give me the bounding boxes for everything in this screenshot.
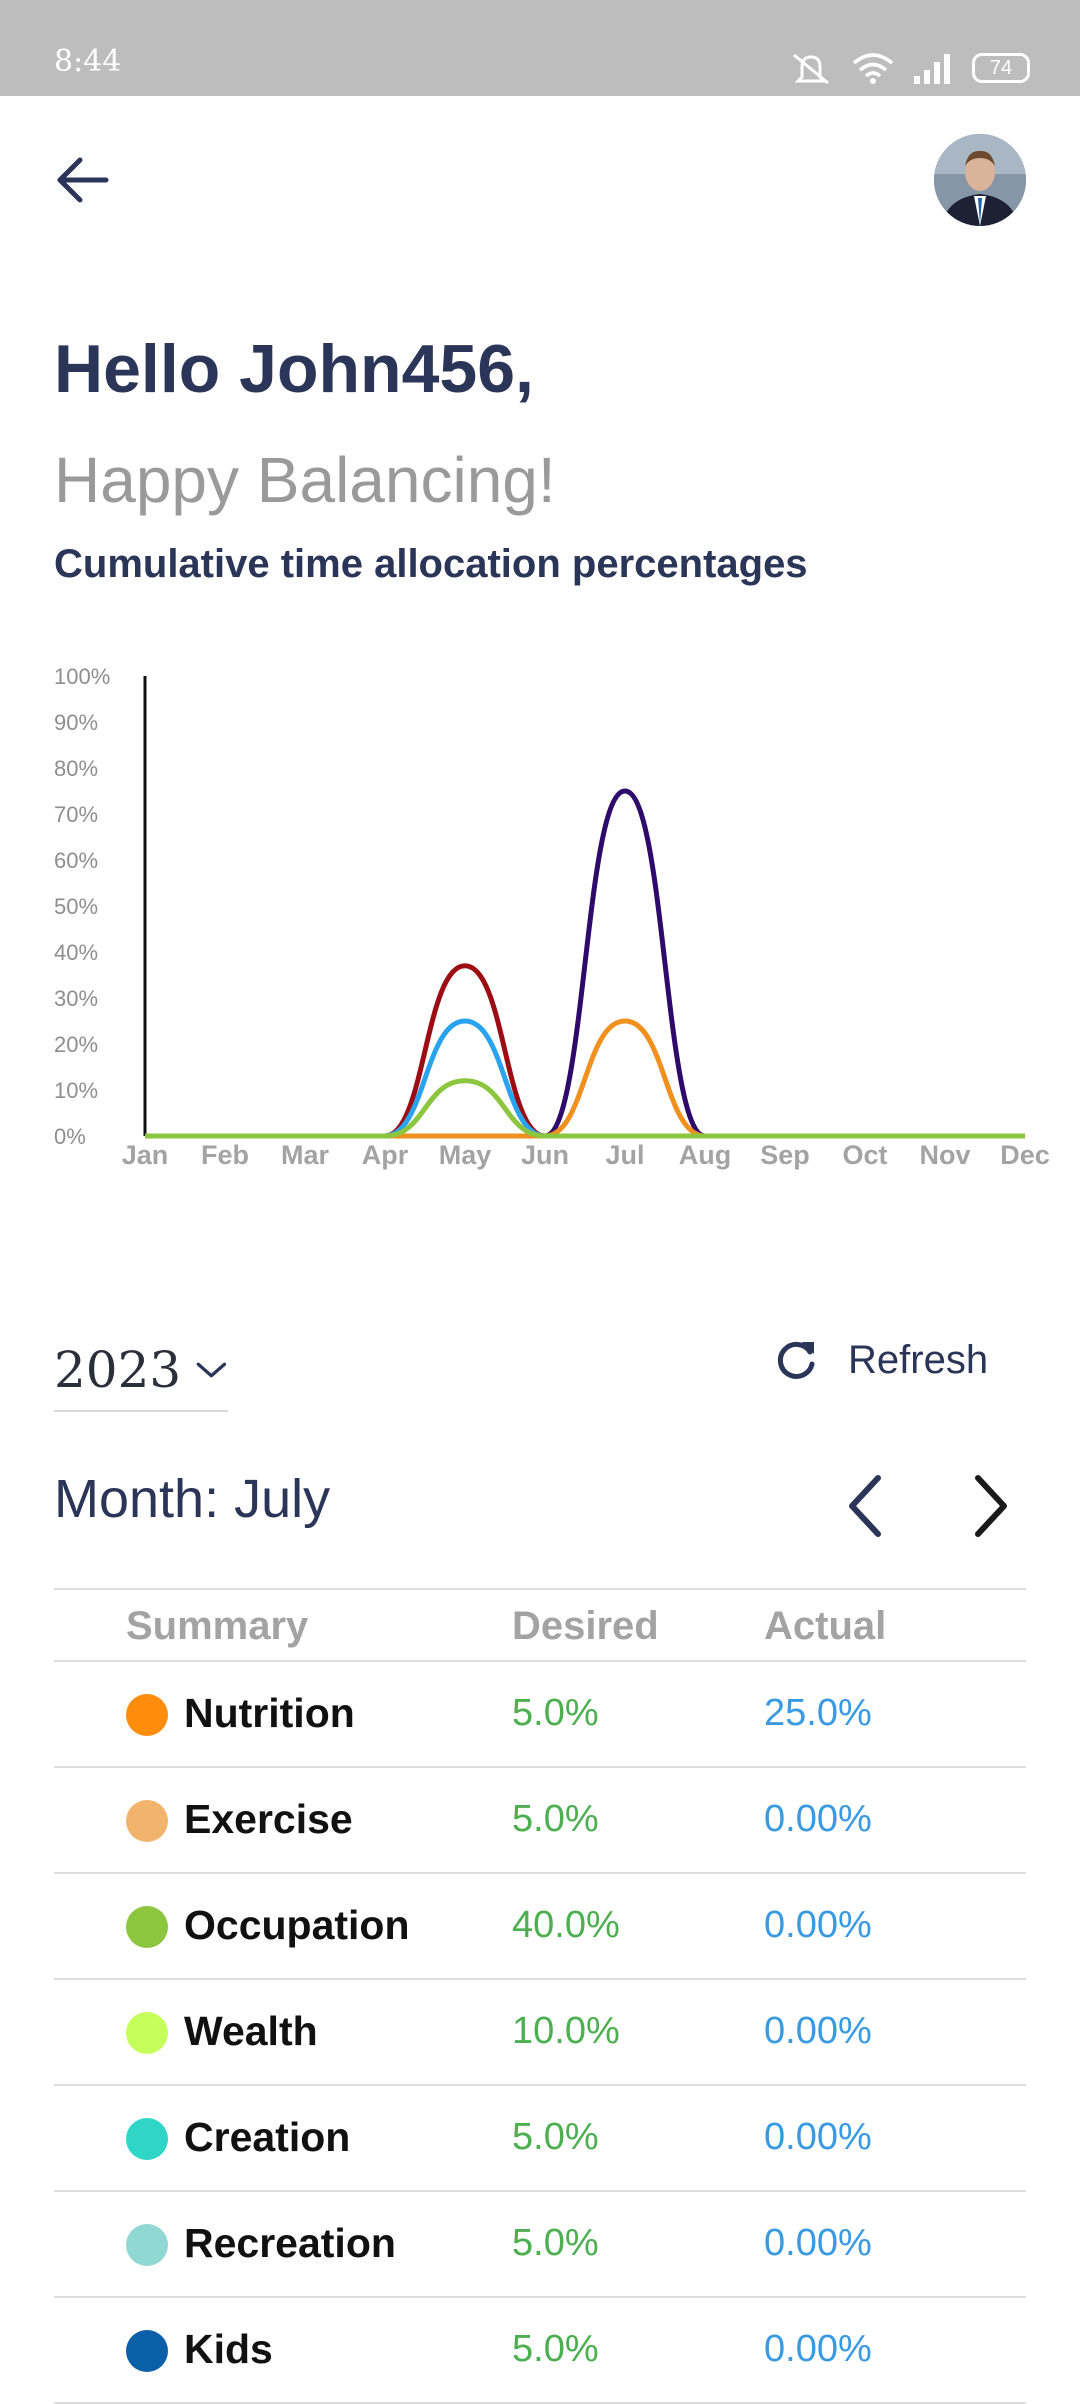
desired-value: 5.0% xyxy=(512,1692,599,1734)
table-header: Summary Desired Actual xyxy=(54,1588,1026,1662)
previous-month-button[interactable] xyxy=(836,1466,896,1546)
desired-value: 5.0% xyxy=(512,2116,599,2158)
summary-table: Summary Desired Actual Nutrition 5.0% 25.0… xyxy=(54,1588,1026,2404)
y-tick-label: 60% xyxy=(54,848,98,873)
header-actual: Actual xyxy=(764,1604,887,1648)
category-name: Recreation xyxy=(184,2220,396,2266)
y-tick-label: 0% xyxy=(54,1124,86,1149)
table-row: Wealth 10.0% 0.00% xyxy=(54,1980,1026,2086)
desired-value: 5.0% xyxy=(512,1798,599,1840)
signal-icon xyxy=(914,54,950,84)
table-row: Kids 5.0% 0.00% xyxy=(54,2298,1026,2404)
category-color-dot xyxy=(126,1694,168,1736)
y-tick-label: 30% xyxy=(54,986,98,1011)
table-row: Exercise 5.0% 0.00% xyxy=(54,1768,1026,1874)
category-name: Wealth xyxy=(184,2008,318,2054)
refresh-icon xyxy=(777,1341,815,1379)
user-photo xyxy=(934,134,1026,226)
y-tick-label: 70% xyxy=(54,802,98,827)
chart-title: Cumulative time allocation percentages xyxy=(54,542,808,586)
allocation-chart: 0% 10% 20% 30% 40% 50% 60% 70% 80% 90% 100% Jan Feb M… xyxy=(0,640,1080,1200)
header-desired: Desired xyxy=(512,1604,659,1648)
category-color-dot xyxy=(126,2012,168,2054)
desired-value: 5.0% xyxy=(512,2328,599,2370)
x-tick-label: Dec xyxy=(1000,1140,1050,1170)
actual-value: 0.00% xyxy=(764,2328,872,2370)
x-tick-label: Jun xyxy=(521,1140,569,1170)
y-tick-label: 40% xyxy=(54,940,98,965)
x-tick-label: Mar xyxy=(281,1140,330,1170)
mute-icon xyxy=(793,53,829,85)
category-color-dot xyxy=(126,2330,168,2372)
chevron-left-icon xyxy=(849,1475,881,1537)
x-tick-label: Jan xyxy=(122,1140,169,1170)
refresh-label: Refresh xyxy=(848,1337,989,1382)
category-name: Creation xyxy=(184,2114,351,2160)
y-tick-label: 20% xyxy=(54,1032,98,1057)
actual-value: 25.0% xyxy=(764,1692,872,1734)
y-tick-label: 90% xyxy=(54,710,98,735)
x-tick-label: May xyxy=(439,1140,492,1170)
actual-value: 0.00% xyxy=(764,2222,872,2264)
header-summary: Summary xyxy=(126,1604,309,1648)
table-row: Creation 5.0% 0.00% xyxy=(54,2086,1026,2192)
y-tick-label: 50% xyxy=(54,894,98,919)
category-name: Exercise xyxy=(184,1796,353,1842)
chevron-right-icon xyxy=(975,1475,1007,1537)
x-tick-label: Sep xyxy=(760,1140,810,1170)
desired-value: 5.0% xyxy=(512,2222,599,2264)
back-button[interactable] xyxy=(50,148,120,218)
y-tick-label: 80% xyxy=(54,756,98,781)
series-line xyxy=(145,1018,1025,1139)
category-name: Nutrition xyxy=(184,1690,355,1736)
x-tick-label: Nov xyxy=(919,1140,970,1170)
x-tick-label: Oct xyxy=(842,1140,887,1170)
battery-icon: 74 xyxy=(972,53,1030,83)
table-body: Nutrition 5.0% 25.0% Exercise 5.0% 0.00% Occup… xyxy=(54,1662,1026,2404)
avatar[interactable] xyxy=(934,134,1026,226)
actual-value: 0.00% xyxy=(764,2116,872,2158)
x-tick-label: Aug xyxy=(679,1140,731,1170)
desired-value: 10.0% xyxy=(512,2010,620,2052)
desired-value: 40.0% xyxy=(512,1904,620,1946)
x-tick-label: Apr xyxy=(362,1140,409,1170)
category-color-dot xyxy=(126,2118,168,2160)
chevron-down-icon xyxy=(196,1362,227,1378)
status-bar: 8:44 74 xyxy=(0,0,1080,96)
x-tick-label: Feb xyxy=(201,1140,249,1170)
greeting-title: Hello John456, xyxy=(54,331,534,407)
arrow-left-icon xyxy=(57,157,109,203)
next-month-button[interactable] xyxy=(960,1466,1020,1546)
y-tick-label: 10% xyxy=(54,1078,98,1103)
refresh-button[interactable]: Refresh xyxy=(772,1330,988,1390)
year-value: 2023 xyxy=(54,1341,182,1399)
greeting-subtitle: Happy Balancing! xyxy=(54,444,556,516)
status-time: 8:44 xyxy=(54,44,122,79)
status-icons: 74 xyxy=(788,48,1030,88)
series-line xyxy=(145,963,1025,1139)
actual-value: 0.00% xyxy=(764,1904,872,1946)
actual-value: 0.00% xyxy=(764,1798,872,1840)
x-tick-label: Jul xyxy=(605,1140,644,1170)
year-select[interactable]: 2023 xyxy=(54,1330,228,1412)
category-color-dot xyxy=(126,1800,168,1842)
table-row: Recreation 5.0% 0.00% xyxy=(54,2192,1026,2298)
category-name: Kids xyxy=(184,2326,273,2372)
wifi-icon xyxy=(852,53,894,84)
table-row: Occupation 40.0% 0.00% xyxy=(54,1874,1026,1980)
series-line xyxy=(145,1078,1025,1139)
chart-svg: 0% 10% 20% 30% 40% 50% 60% 70% 80% 90% 100% Jan Feb M… xyxy=(54,664,1050,1170)
category-color-dot xyxy=(126,1906,168,1948)
category-name: Occupation xyxy=(184,1902,410,1948)
month-label: Month: July xyxy=(54,1469,331,1529)
category-color-dot xyxy=(126,2224,168,2266)
actual-value: 0.00% xyxy=(764,2010,872,2052)
y-tick-label: 100% xyxy=(54,664,110,689)
table-row: Nutrition 5.0% 25.0% xyxy=(54,1662,1026,1768)
